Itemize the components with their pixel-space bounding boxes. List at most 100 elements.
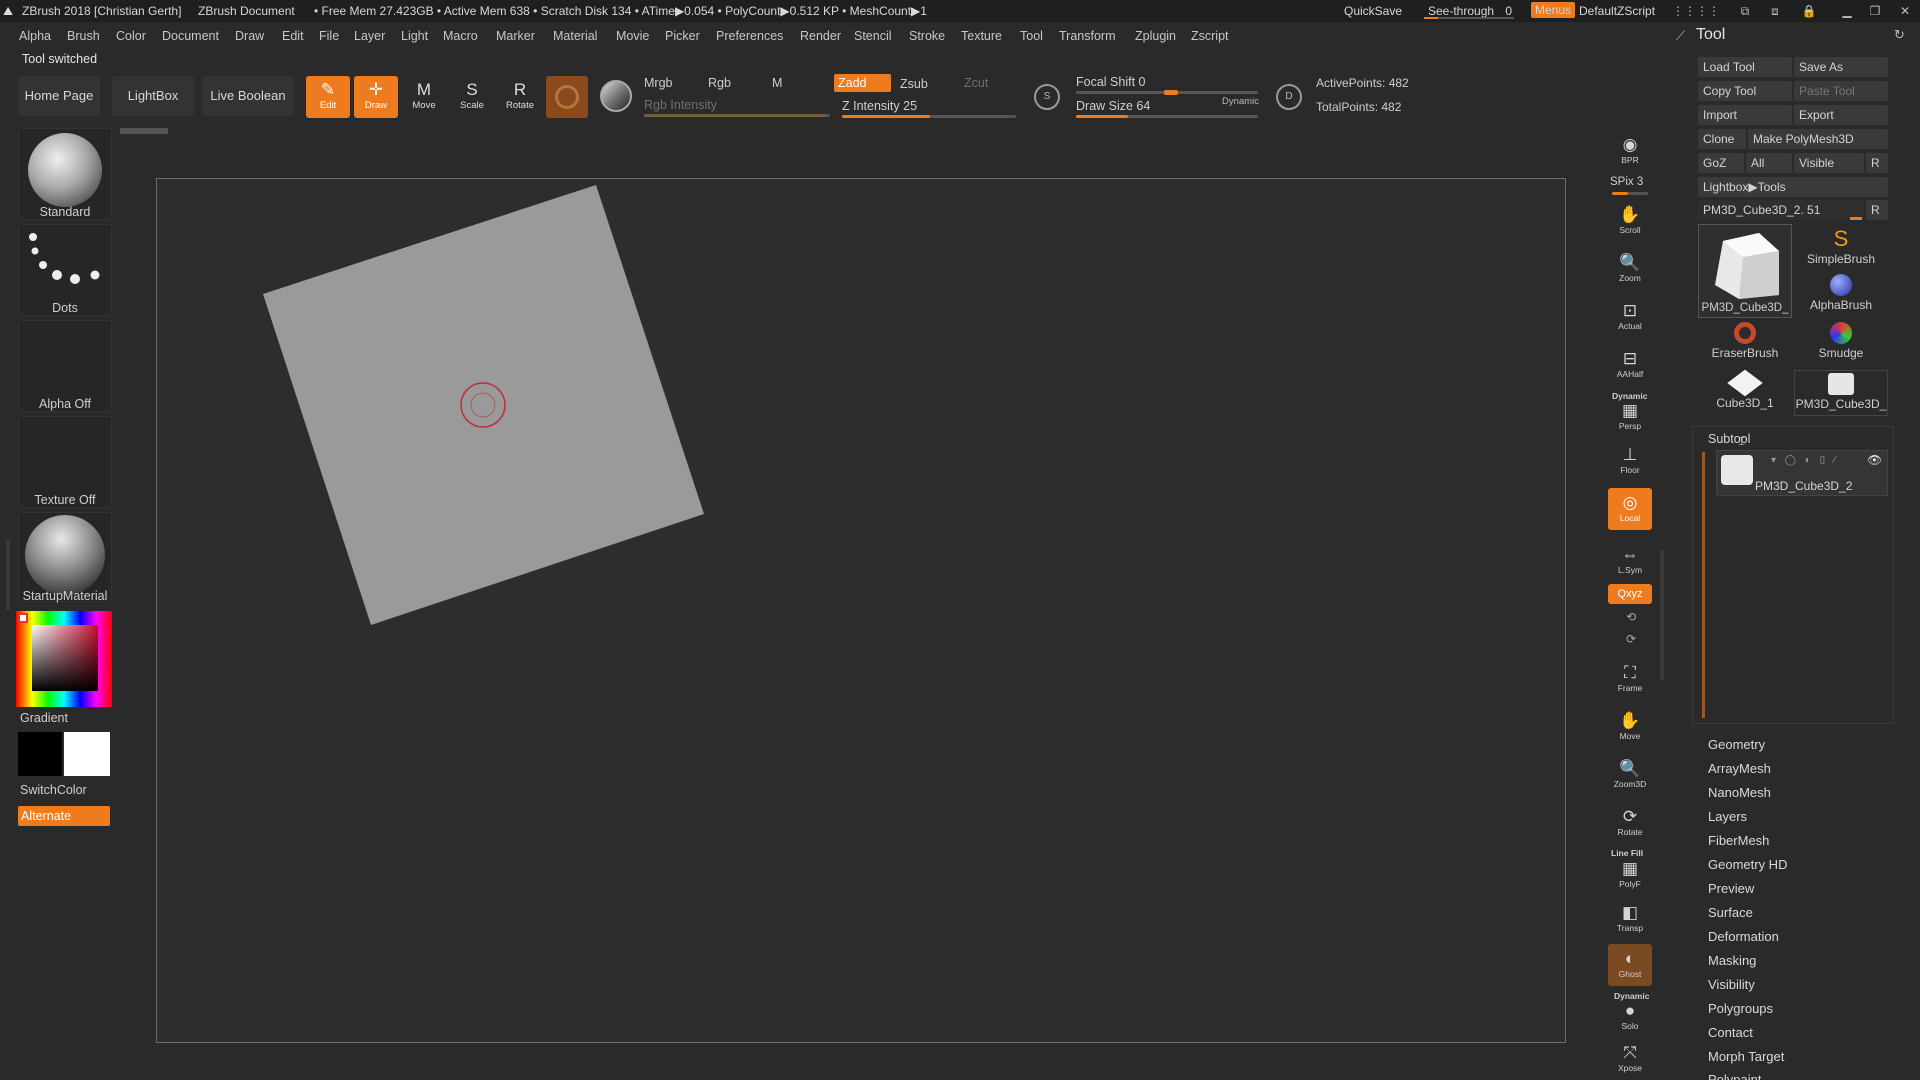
- menu-picker[interactable]: Picker: [665, 29, 700, 43]
- menu-stroke[interactable]: Stroke: [909, 29, 945, 43]
- restore-icon[interactable]: ❐: [1866, 2, 1884, 20]
- menu-document[interactable]: Document: [162, 29, 219, 43]
- section-polypaint[interactable]: Polypaint: [1708, 1072, 1761, 1080]
- menu-transform[interactable]: Transform: [1059, 29, 1116, 43]
- zsub-button[interactable]: Zsub: [900, 77, 928, 91]
- tool-thumb-pm3d-cube-2[interactable]: PM3D_Cube3D_: [1794, 370, 1888, 416]
- scroll-button[interactable]: ✋ Scroll: [1608, 200, 1652, 242]
- primary-color-swatch[interactable]: [64, 732, 110, 776]
- menu-zscript[interactable]: Zscript: [1191, 29, 1229, 43]
- zoom3d-button[interactable]: 🔍 Zoom3D: [1608, 754, 1652, 796]
- lightbox-button[interactable]: LightBox: [112, 76, 194, 116]
- color-sphere-icon[interactable]: [600, 80, 632, 112]
- rotate-y-icon[interactable]: ⟲: [1626, 610, 1636, 624]
- rgb-button[interactable]: Rgb: [708, 76, 731, 90]
- ghost-button[interactable]: ◐ Ghost: [1608, 944, 1652, 986]
- cube-mesh[interactable]: [263, 185, 704, 625]
- clone-button[interactable]: Clone: [1698, 129, 1746, 149]
- alternate-button[interactable]: Alternate: [18, 806, 110, 826]
- tool-thumb-simplebrush[interactable]: S SimpleBrush: [1794, 226, 1888, 272]
- secondary-color-swatch[interactable]: [18, 732, 62, 776]
- menu-draw[interactable]: Draw: [235, 29, 264, 43]
- spix-slider[interactable]: SPix 3: [1610, 176, 1643, 188]
- home-page-button[interactable]: Home Page: [18, 76, 100, 116]
- section-masking[interactable]: Masking: [1708, 953, 1756, 968]
- transp-button[interactable]: ◧ Transp: [1608, 898, 1652, 940]
- dynamic-toggle[interactable]: Dynamic: [1222, 96, 1259, 107]
- tool-thumb-alphabrush[interactable]: AlphaBrush: [1794, 274, 1888, 320]
- menu-zplugin[interactable]: Zplugin: [1135, 29, 1176, 43]
- m-button[interactable]: M: [772, 76, 782, 90]
- export-button[interactable]: Export: [1794, 105, 1888, 125]
- draw-size-slider[interactable]: Draw Size 64: [1076, 99, 1150, 113]
- menu-brush[interactable]: Brush: [67, 29, 100, 43]
- menu-layer[interactable]: Layer: [354, 29, 385, 43]
- section-deformation[interactable]: Deformation: [1708, 929, 1779, 944]
- rotate-button[interactable]: R Rotate: [498, 76, 542, 118]
- color-picker[interactable]: [16, 611, 112, 707]
- persp-button[interactable]: ▦ Persp: [1608, 396, 1652, 432]
- live-boolean-button[interactable]: Live Boolean: [202, 76, 294, 116]
- tool-thumb-pm3d-cube-main[interactable]: PM3D_Cube3D_: [1698, 224, 1792, 318]
- close-icon[interactable]: ✕: [1896, 2, 1914, 20]
- focal-shift-knob[interactable]: [1164, 90, 1178, 95]
- floor-button[interactable]: ⊥ Floor: [1608, 440, 1652, 482]
- aahalf-button[interactable]: ⊟ AAHalf: [1608, 344, 1652, 386]
- dynamic-draw-icon[interactable]: D: [1276, 84, 1302, 110]
- lock-icon[interactable]: 🔒: [1800, 2, 1818, 20]
- goz-all-button[interactable]: All: [1746, 153, 1792, 173]
- zcut-button[interactable]: Zcut: [964, 76, 988, 90]
- rgb-intensity-slider[interactable]: Rgb Intensity: [644, 98, 717, 112]
- document-canvas[interactable]: [156, 178, 1566, 1043]
- left-shelf-scroll[interactable]: [6, 540, 10, 610]
- switch-color-button[interactable]: SwitchColor: [20, 783, 87, 797]
- lsym-button[interactable]: ⇔ L.Sym: [1608, 540, 1652, 582]
- section-geometry[interactable]: Geometry: [1708, 737, 1765, 752]
- menu-file[interactable]: File: [319, 29, 339, 43]
- frame-button[interactable]: ⛶ Frame: [1608, 658, 1652, 700]
- tool-thumb-smudge[interactable]: Smudge: [1794, 322, 1888, 368]
- focal-shift-slider[interactable]: Focal Shift 0: [1076, 75, 1145, 89]
- section-polygroups[interactable]: Polygroups: [1708, 1001, 1773, 1016]
- rotate-view-button[interactable]: ⟳ Rotate: [1608, 802, 1652, 844]
- menu-texture[interactable]: Texture: [961, 29, 1002, 43]
- tool-thumb-eraserbrush[interactable]: EraserBrush: [1698, 322, 1792, 368]
- make-polymesh-button[interactable]: Make PolyMesh3D: [1748, 129, 1888, 149]
- menu-macro[interactable]: Macro: [443, 29, 478, 43]
- menu-alpha[interactable]: Alpha: [19, 29, 51, 43]
- section-morph-target[interactable]: Morph Target: [1708, 1049, 1784, 1064]
- color-sv-square[interactable]: [32, 625, 98, 691]
- mrgb-button[interactable]: Mrgb: [644, 76, 672, 90]
- section-surface[interactable]: Surface: [1708, 905, 1753, 920]
- current-tool-r-button[interactable]: R: [1866, 200, 1888, 220]
- menu-edit[interactable]: Edit: [282, 29, 304, 43]
- goz-visible-button[interactable]: Visible: [1794, 153, 1864, 173]
- tool-thumb-cube3d-1[interactable]: Cube3D_1: [1698, 369, 1792, 416]
- see-through-slider[interactable]: See-through 0: [1428, 4, 1512, 18]
- local-button[interactable]: ◎ Local: [1608, 488, 1652, 530]
- current-tool-slider[interactable]: PM3D_Cube3D_2. 51: [1698, 200, 1864, 220]
- edit-button[interactable]: ✎ Edit: [306, 76, 350, 118]
- rotate-z-icon[interactable]: ⟳: [1626, 632, 1636, 646]
- layout-bars-icon[interactable]: ⋮⋮: [1672, 2, 1696, 20]
- window-layout-icon[interactable]: ⧉: [1736, 2, 1754, 20]
- subtool-scrollbar[interactable]: [1702, 452, 1705, 718]
- pin-icon[interactable]: ⟋: [1676, 28, 1685, 44]
- section-layers[interactable]: Layers: [1708, 809, 1747, 824]
- zoom-button[interactable]: 🔍 Zoom: [1608, 248, 1652, 290]
- polyf-button[interactable]: ▦ PolyF: [1608, 854, 1652, 892]
- import-button[interactable]: Import: [1698, 105, 1792, 125]
- section-visibility[interactable]: Visibility: [1708, 977, 1755, 992]
- menu-marker[interactable]: Marker: [496, 29, 535, 43]
- lightbox-tools-button[interactable]: Lightbox▶Tools: [1698, 177, 1888, 197]
- layout-bars2-icon[interactable]: ⋮⋮: [1696, 2, 1720, 20]
- palette-reset-icon[interactable]: ↻: [1894, 27, 1905, 43]
- menu-stencil[interactable]: Stencil: [854, 29, 892, 43]
- scale-button[interactable]: S Scale: [450, 76, 494, 118]
- zadd-button[interactable]: Zadd: [834, 74, 891, 92]
- right-shelf-scroll[interactable]: [1660, 550, 1664, 680]
- menu-tool[interactable]: Tool: [1020, 29, 1043, 43]
- load-tool-button[interactable]: Load Tool: [1698, 57, 1792, 77]
- move-button[interactable]: M Move: [402, 76, 446, 118]
- section-arraymesh[interactable]: ArrayMesh: [1708, 761, 1771, 776]
